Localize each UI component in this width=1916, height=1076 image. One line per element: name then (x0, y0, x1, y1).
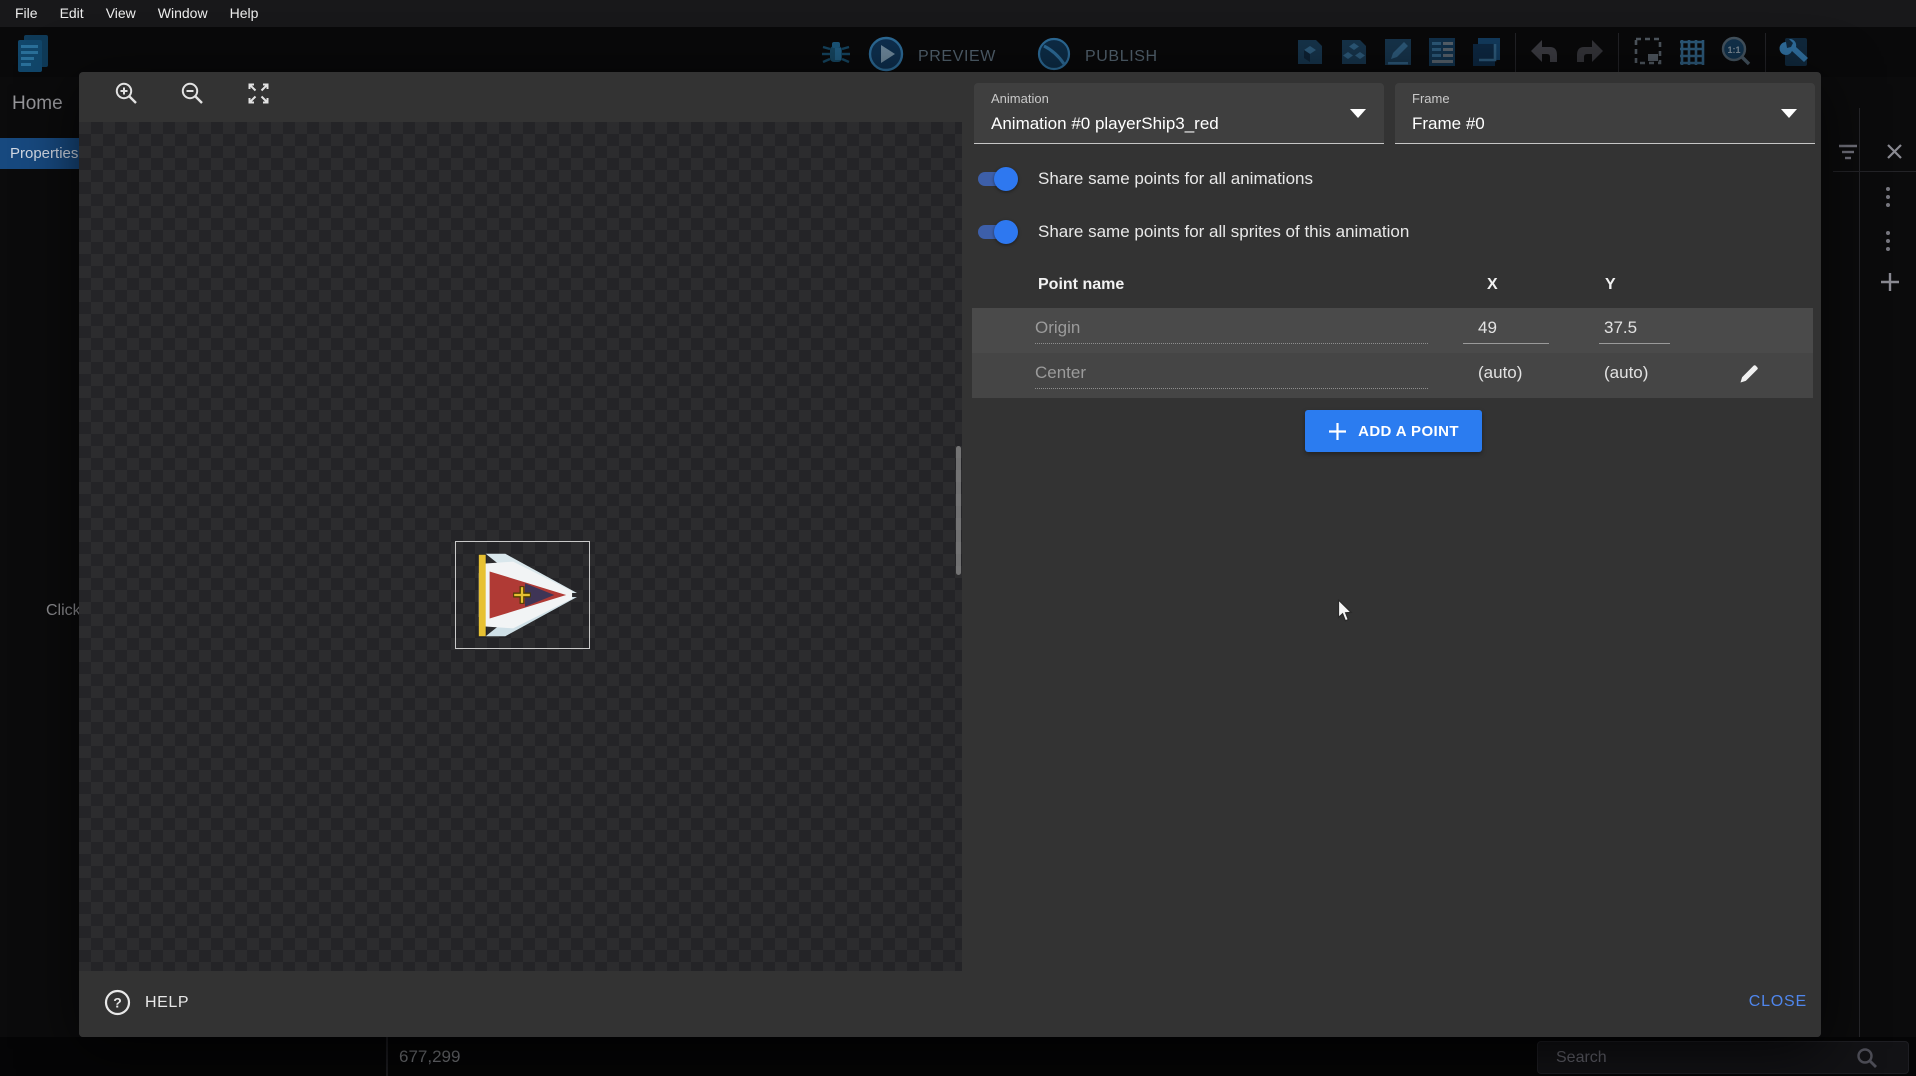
canvas-scrollbar[interactable] (956, 446, 961, 575)
origin-x-field[interactable]: 49 (1463, 318, 1549, 344)
tab-home[interactable]: Home (12, 93, 63, 115)
panel-divider (1859, 108, 1860, 1037)
table-row-center: Center (auto) (auto) (972, 353, 1813, 398)
tab-properties[interactable]: Properties (0, 138, 80, 169)
kebab-menu-icon[interactable] (1884, 186, 1892, 213)
frame-select-label: Frame (1412, 91, 1450, 106)
share-points-all-animations-toggle[interactable] (974, 166, 1020, 192)
svg-text:?: ? (113, 994, 122, 1010)
cursor-coordinates: 677,299 (399, 1047, 460, 1067)
publish-button[interactable]: PUBLISH (1085, 48, 1158, 66)
column-header-x: X (1487, 276, 1498, 294)
toolbar-separator (1515, 33, 1516, 75)
sprite-frame (455, 541, 590, 649)
menu-help[interactable]: Help (219, 0, 270, 27)
mouse-cursor (1337, 599, 1354, 628)
toolbar-right-icons: 1:1 (1292, 33, 1813, 75)
frame-select[interactable]: Frame Frame #0 (1395, 83, 1815, 144)
project-document-icon[interactable] (14, 33, 52, 80)
center-y-value: (auto) (1599, 363, 1670, 388)
close-icon[interactable] (1886, 143, 1903, 165)
menu-bar: File Edit View Window Help (0, 0, 1916, 27)
zoom-in-icon[interactable] (113, 80, 140, 112)
statusbar-divider (386, 1037, 388, 1076)
edit-pencil-icon[interactable] (1738, 363, 1760, 390)
add-a-point-label: ADD A POINT (1358, 423, 1459, 440)
search-placeholder: Search (1556, 1042, 1607, 1073)
chevron-down-icon (1781, 109, 1797, 118)
properties-list-icon[interactable] (1424, 34, 1460, 75)
redo-icon[interactable] (1571, 34, 1607, 75)
center-name-field[interactable]: Center (1035, 363, 1428, 389)
menu-file[interactable]: File (4, 0, 49, 27)
app-window: File Edit View Window Help (0, 0, 1916, 1076)
properties-hint-text: Click (46, 602, 81, 620)
tools-wrench-icon[interactable] (1777, 34, 1813, 75)
debug-bug-icon[interactable] (818, 36, 854, 77)
edit-scene-icon[interactable] (1380, 34, 1416, 75)
column-header-y: Y (1605, 276, 1616, 294)
help-button[interactable]: ? HELP (104, 989, 189, 1016)
toggle-thumb (994, 220, 1018, 244)
search-input[interactable]: Search (1537, 1041, 1909, 1074)
search-icon (1856, 1047, 1878, 1074)
chevron-down-icon (1350, 109, 1366, 118)
animation-select-label: Animation (991, 91, 1049, 106)
filter-icon[interactable] (1838, 143, 1858, 166)
preview-button[interactable]: PREVIEW (918, 48, 996, 66)
kebab-menu-icon[interactable] (1884, 230, 1892, 257)
animation-select[interactable]: Animation Animation #0 playerShip3_red (974, 83, 1384, 144)
objects-group-icon[interactable] (1336, 34, 1372, 75)
origin-y-field[interactable]: 37.5 (1599, 318, 1670, 344)
player-ship-sprite (456, 542, 589, 648)
publish-globe-icon[interactable] (1036, 36, 1072, 77)
panel-divider (1833, 171, 1916, 172)
status-bar: 677,299 Search (0, 1037, 1916, 1076)
dialog-footer: ? HELP CLOSE (79, 971, 1821, 1037)
layers-icon[interactable] (1468, 34, 1504, 75)
grid-icon[interactable] (1674, 34, 1710, 75)
main-toolbar: PREVIEW PUBLISH (0, 27, 1916, 77)
plus-icon (1328, 422, 1347, 441)
close-button[interactable]: CLOSE (1749, 993, 1807, 1011)
undo-icon[interactable] (1527, 34, 1563, 75)
add-icon[interactable] (1880, 272, 1900, 297)
center-x-value: (auto) (1463, 363, 1549, 388)
share-points-all-sprites-label: Share same points for all sprites of thi… (1038, 222, 1409, 242)
animation-select-value: Animation #0 playerShip3_red (991, 114, 1219, 134)
sprite-canvas[interactable] (79, 122, 962, 971)
help-label: HELP (145, 994, 189, 1012)
edit-points-dialog: Animation Animation #0 playerShip3_red F… (79, 72, 1821, 1037)
menu-edit[interactable]: Edit (49, 0, 95, 27)
share-points-all-sprites-toggle[interactable] (974, 219, 1020, 245)
zoom-1-1-icon[interactable]: 1:1 (1718, 34, 1754, 75)
help-circle-icon: ? (104, 989, 131, 1016)
table-row-origin: Origin 49 37.5 (972, 308, 1813, 353)
add-a-point-button[interactable]: ADD A POINT (1305, 410, 1482, 452)
mask-selection-icon[interactable] (1630, 34, 1666, 75)
zoom-out-icon[interactable] (179, 80, 206, 112)
toolbar-separator (1765, 33, 1766, 75)
toolbar-separator (1618, 33, 1619, 75)
menu-window[interactable]: Window (147, 0, 219, 27)
svg-text:1:1: 1:1 (1727, 45, 1740, 55)
menu-view[interactable]: View (95, 0, 147, 27)
object-icon[interactable] (1292, 34, 1328, 75)
column-header-point-name: Point name (1038, 276, 1124, 294)
share-points-all-animations-label: Share same points for all animations (1038, 169, 1313, 189)
frame-select-value: Frame #0 (1412, 114, 1485, 134)
toggle-thumb (994, 167, 1018, 191)
origin-name-field[interactable]: Origin (1035, 318, 1428, 344)
fullscreen-expand-icon[interactable] (245, 80, 272, 112)
